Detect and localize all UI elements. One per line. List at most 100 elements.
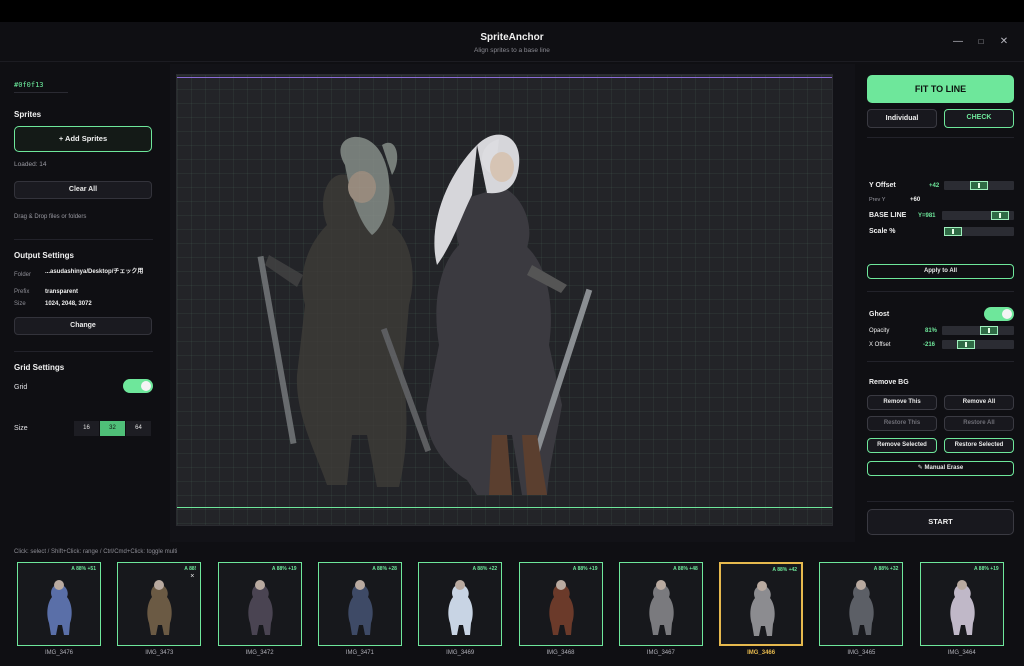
- grid-size-label: Size: [14, 425, 28, 432]
- slider-thumb[interactable]: [970, 181, 988, 190]
- opacity-value: 81%: [925, 328, 938, 334]
- individual-button[interactable]: Individual: [867, 109, 937, 128]
- grid-size-32[interactable]: 32: [100, 421, 125, 436]
- sprite-thumbnail-image: [950, 580, 975, 635]
- remove-this-button[interactable]: Remove This: [867, 395, 937, 410]
- divider: [14, 351, 153, 352]
- divider: [14, 239, 153, 240]
- sprite-thumbnail[interactable]: A 88% +51: [17, 562, 101, 646]
- app-subtitle: Align sprites to a base line: [474, 47, 550, 54]
- clear-all-button[interactable]: Clear All: [14, 181, 152, 199]
- restore-this-button[interactable]: Restore This: [867, 416, 937, 431]
- sprite-preview: [257, 134, 593, 495]
- slider-thumb[interactable]: [957, 340, 975, 349]
- divider: [14, 92, 68, 93]
- sprite-thumbnail[interactable]: A 88% +42: [719, 562, 804, 646]
- base-line-slider[interactable]: [942, 211, 1014, 220]
- close-icon[interactable]: ✕: [997, 35, 1011, 49]
- check-button[interactable]: CHECK: [944, 109, 1014, 128]
- slider-thumb[interactable]: [944, 227, 962, 236]
- fit-to-line-button[interactable]: FIT TO LINE: [867, 75, 1014, 103]
- selection-hint: Click: select / Shift+Click: range / Ctr…: [14, 549, 178, 555]
- main-sprite: [426, 134, 593, 495]
- ghost-label: Ghost: [869, 311, 890, 318]
- thumbnail-filename: IMG_3476: [44, 650, 74, 656]
- x-offset-value: -216: [923, 342, 936, 348]
- divider: [867, 501, 1014, 502]
- sprite-thumbnail[interactable]: A 88% +19: [919, 562, 1004, 646]
- sprite-thumbnail-image: [448, 580, 473, 635]
- thumbnail-filename: IMG_3466: [747, 650, 776, 656]
- preview-area: [170, 64, 855, 542]
- prev-y-label: Prev Y: [869, 197, 886, 203]
- sprite-thumbnail-image: [548, 580, 574, 635]
- toggle-knob: [141, 381, 151, 391]
- grid-label: Grid: [14, 384, 28, 391]
- thumbnail-offset-badge: A 88% +51: [71, 566, 96, 572]
- scale-slider[interactable]: [944, 227, 1014, 236]
- base-line-value: Y=981: [918, 213, 936, 219]
- grid-size-16[interactable]: 16: [74, 421, 99, 436]
- restore-selected-button[interactable]: Restore Selected: [944, 438, 1014, 453]
- ghost-toggle[interactable]: [984, 307, 1014, 321]
- base-line[interactable]: [177, 507, 832, 508]
- start-button[interactable]: START: [867, 509, 1014, 535]
- top-black-bar: [0, 0, 1024, 22]
- app-title: SpriteAnchor: [480, 32, 544, 43]
- sprite-thumbnail-image: [849, 580, 875, 635]
- divider: [867, 137, 1014, 138]
- minimize-icon[interactable]: —: [951, 35, 965, 49]
- grid-toggle[interactable]: [123, 379, 153, 393]
- divider: [867, 361, 1014, 362]
- sprites-title: Sprites: [14, 110, 42, 119]
- size-label: Size: [14, 301, 26, 307]
- add-sprites-button[interactable]: + Add Sprites: [14, 126, 152, 152]
- sprite-thumbnail[interactable]: A 88% +28: [317, 562, 402, 646]
- sprite-thumbnail[interactable]: A 88% +32: [819, 562, 904, 646]
- sprite-thumbnail[interactable]: A 88% +22: [418, 562, 503, 646]
- slider-thumb[interactable]: [980, 326, 998, 335]
- remove-selected-button[interactable]: Remove Selected: [867, 438, 937, 453]
- size-value: 1024, 2048, 3072: [45, 301, 92, 307]
- sprite-thumbnail-image: [649, 580, 674, 635]
- thumbnail-offset-badge: A 88% +19: [572, 566, 598, 572]
- thumbnail-filename: IMG_3464: [947, 650, 976, 656]
- maximize-icon[interactable]: □: [974, 35, 988, 49]
- loaded-count: Loaded: 14: [14, 161, 47, 168]
- sprite-thumbnail-image: [47, 580, 72, 635]
- y-offset-slider[interactable]: [944, 181, 1014, 190]
- x-offset-slider[interactable]: [942, 340, 1014, 349]
- thumbnail-filename: IMG_3467: [646, 650, 675, 656]
- sprite-thumbnail[interactable]: A 88% +19: [518, 562, 603, 646]
- sprite-thumbnail[interactable]: A 88! ×: [117, 562, 202, 646]
- thumbnail-filename: IMG_3465: [847, 650, 876, 656]
- x-offset-label: X Offset: [869, 342, 891, 348]
- folder-label: Folder: [14, 272, 32, 278]
- grid-size-64[interactable]: 64: [126, 421, 151, 436]
- thumbnail-offset-badge: A 88% +28: [372, 566, 397, 572]
- opacity-slider[interactable]: [942, 326, 1014, 335]
- remove-bg-title: Remove BG: [869, 379, 909, 386]
- sprite-canvas[interactable]: [176, 74, 833, 526]
- restore-all-button[interactable]: Restore All: [944, 416, 1014, 431]
- thumbnail-offset-badge: A 88% +42: [772, 567, 798, 573]
- thumbnail-offset-badge: A 88% +19: [973, 566, 999, 572]
- output-settings-title: Output Settings: [14, 251, 74, 260]
- sprite-thumbnail[interactable]: A 88% +48: [618, 562, 703, 646]
- remove-thumbnail-icon[interactable]: ×: [190, 573, 194, 580]
- thumbnail-filename: IMG_3469: [446, 650, 475, 656]
- remove-all-button[interactable]: Remove All: [944, 395, 1014, 410]
- divider: [867, 291, 1014, 292]
- scale-label: Scale %: [869, 228, 896, 235]
- grid-settings-title: Grid Settings: [14, 363, 65, 372]
- thumbnail-offset-badge: A 88% +48: [673, 566, 698, 572]
- sprite-thumbnail-image: [348, 580, 373, 635]
- background-color-label: #0f0f13: [14, 81, 44, 89]
- manual-erase-button[interactable]: ✎ Manual Erase: [867, 461, 1014, 476]
- apply-to-all-button[interactable]: Apply to All: [867, 264, 1014, 279]
- sprite-strip: A 88% +51 IMG_3476 A 88! × IMG_3473 A 88% +19…: [0, 559, 1024, 666]
- base-line-label: BASE LINE: [869, 212, 907, 219]
- sprite-thumbnail[interactable]: A 88% +19: [217, 562, 302, 646]
- slider-thumb[interactable]: [991, 211, 1009, 220]
- change-folder-button[interactable]: Change: [14, 317, 152, 335]
